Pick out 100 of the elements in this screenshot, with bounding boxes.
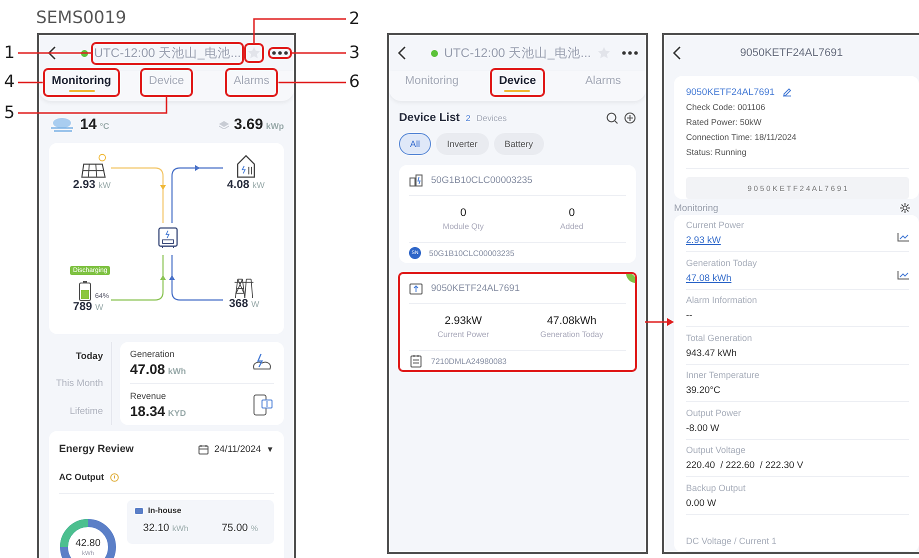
add-icon[interactable] bbox=[624, 112, 636, 124]
battery-device-icon bbox=[409, 173, 423, 187]
highlight-box bbox=[268, 47, 292, 59]
layers-icon bbox=[218, 120, 229, 129]
pv-power: 2.93 kW bbox=[73, 178, 111, 191]
house-icon bbox=[235, 152, 257, 179]
serial-number: 7210DMLA24980083 bbox=[431, 356, 507, 366]
section-title: Energy Review bbox=[59, 443, 134, 455]
reading-label: Output Voltage bbox=[686, 445, 747, 455]
inverter-icon bbox=[158, 226, 178, 249]
device-count: 2 bbox=[466, 113, 470, 123]
leader-line bbox=[292, 52, 346, 54]
more-icon[interactable] bbox=[270, 50, 289, 56]
leader-line bbox=[278, 82, 346, 84]
reading-label: Alarm Information bbox=[686, 295, 758, 305]
info-line: Status: Running bbox=[686, 146, 748, 159]
load-power: 4.08 kW bbox=[227, 178, 265, 191]
filter-chip[interactable]: Battery bbox=[494, 133, 544, 155]
back-icon[interactable] bbox=[672, 46, 682, 60]
highlight-box bbox=[140, 68, 194, 97]
flow-line bbox=[111, 167, 164, 223]
metric-value: 2.93kW bbox=[444, 315, 482, 327]
device-name: 9050KETF24AL7691 bbox=[431, 282, 520, 294]
grid-power: 368 W bbox=[229, 298, 260, 310]
reading-label: Current Power bbox=[686, 220, 746, 230]
arrow-icon bbox=[195, 164, 200, 171]
legend-name: In-house bbox=[148, 506, 182, 515]
star-icon[interactable] bbox=[246, 46, 261, 60]
metric-label: Module Qty bbox=[442, 222, 484, 231]
stat-value: 18.34 KYD bbox=[130, 402, 187, 419]
back-icon[interactable] bbox=[47, 46, 57, 60]
more-icon[interactable] bbox=[620, 50, 639, 56]
flow-line bbox=[111, 254, 164, 300]
arrow-icon bbox=[160, 184, 166, 190]
inverter-device-icon bbox=[409, 281, 423, 295]
clipboard-icon bbox=[409, 354, 423, 368]
metric-value: 0 bbox=[460, 207, 466, 219]
device-title: 9050KETF24AL7691 bbox=[739, 47, 844, 59]
plant-title: UTC-12:00 天池山_电池... bbox=[444, 44, 591, 62]
device-card[interactable]: 9050KETF24AL7691 2.93kW Current Power 47.08kWh Generation Today 7210DMLA24980083 bbox=[399, 273, 636, 371]
metric-label: Current Power bbox=[437, 330, 490, 339]
callout-number: 5 bbox=[4, 104, 15, 122]
device-count-label: Devices bbox=[476, 113, 507, 123]
device-name: 50G1B10CLC00003235 bbox=[431, 174, 532, 186]
search-icon[interactable] bbox=[606, 112, 618, 124]
info-line: Check Code: 001106 bbox=[686, 101, 766, 114]
calendar-icon bbox=[198, 444, 210, 454]
legend-percent: 75.00 % bbox=[222, 522, 258, 534]
reading-label: Inner Temperature bbox=[686, 370, 760, 380]
period-tab[interactable]: Today bbox=[76, 350, 103, 362]
reading-value: 39.20°C bbox=[686, 385, 722, 396]
reading-label: Total Generation bbox=[686, 332, 754, 342]
figure-caption: SEMS0019 bbox=[36, 8, 126, 30]
info-line: Rated Power: 50kW bbox=[686, 116, 763, 129]
date-picker[interactable]: 24/11/2024 ▼ bbox=[198, 444, 274, 454]
callout-number: 2 bbox=[349, 10, 360, 28]
line-chart-icon[interactable] bbox=[896, 270, 909, 280]
capacity: 3.69 kWp bbox=[234, 116, 284, 134]
section-title: Device List bbox=[399, 112, 460, 124]
section-title: Monitoring bbox=[674, 202, 718, 214]
reading-value: -8.00 W bbox=[686, 422, 720, 434]
donut-total: 42.80 bbox=[74, 538, 102, 549]
back-icon[interactable] bbox=[397, 46, 407, 60]
leader-line bbox=[18, 82, 43, 84]
solar-panel-icon bbox=[79, 152, 107, 179]
battery-power: 789 W bbox=[73, 300, 104, 313]
callout-number: 6 bbox=[349, 74, 360, 91]
line-chart-icon[interactable] bbox=[896, 232, 909, 242]
metric-label: Added bbox=[560, 222, 584, 231]
reading-label: Generation Today bbox=[686, 258, 758, 268]
callout-number: 1 bbox=[4, 44, 15, 62]
stat-label: Revenue bbox=[130, 390, 168, 401]
reading-link[interactable]: 47.08 kWh bbox=[686, 272, 897, 284]
metric-value: 47.08kWh bbox=[546, 315, 597, 327]
tab[interactable]: Device bbox=[492, 71, 542, 94]
metric-label: Generation Today bbox=[540, 330, 604, 339]
reading-value: -- bbox=[686, 310, 694, 321]
reading-link[interactable]: 2.93 kW bbox=[686, 235, 897, 246]
reading-value: 943.47 kWh bbox=[686, 348, 738, 358]
battery-icon bbox=[79, 280, 91, 301]
reading-value: 0.00 W bbox=[686, 498, 718, 508]
serial-number: 50G1B10CLC00003235 bbox=[429, 248, 514, 258]
temperature: 14 °C bbox=[80, 116, 110, 134]
reading-label: Backup Output bbox=[686, 482, 747, 492]
filter-chip[interactable]: Inverter bbox=[436, 133, 489, 155]
reading-label: DC Voltage / Current 1 bbox=[686, 536, 778, 546]
filter-chip[interactable]: All bbox=[399, 133, 432, 155]
highlight-box bbox=[224, 68, 278, 97]
cloud-icon bbox=[49, 116, 75, 134]
settings-icon[interactable] bbox=[898, 202, 911, 214]
edit-icon[interactable] bbox=[780, 86, 792, 98]
legend-value: 32.10 kWh bbox=[143, 522, 188, 534]
tab[interactable]: Monitoring bbox=[46, 71, 118, 94]
reading-value: 220.40 / 222.60 / 222.30 V bbox=[686, 460, 804, 471]
reading-label: Output Power bbox=[686, 408, 742, 418]
info-line: Connection Time: 18/11/2024 bbox=[686, 131, 798, 144]
stat-label: Generation bbox=[130, 348, 176, 359]
serial-link[interactable]: 9050KETF24AL7691 bbox=[686, 86, 775, 98]
plant-title: UTC-12:00 天池山_电池... bbox=[94, 44, 241, 62]
flow-line bbox=[171, 254, 223, 300]
